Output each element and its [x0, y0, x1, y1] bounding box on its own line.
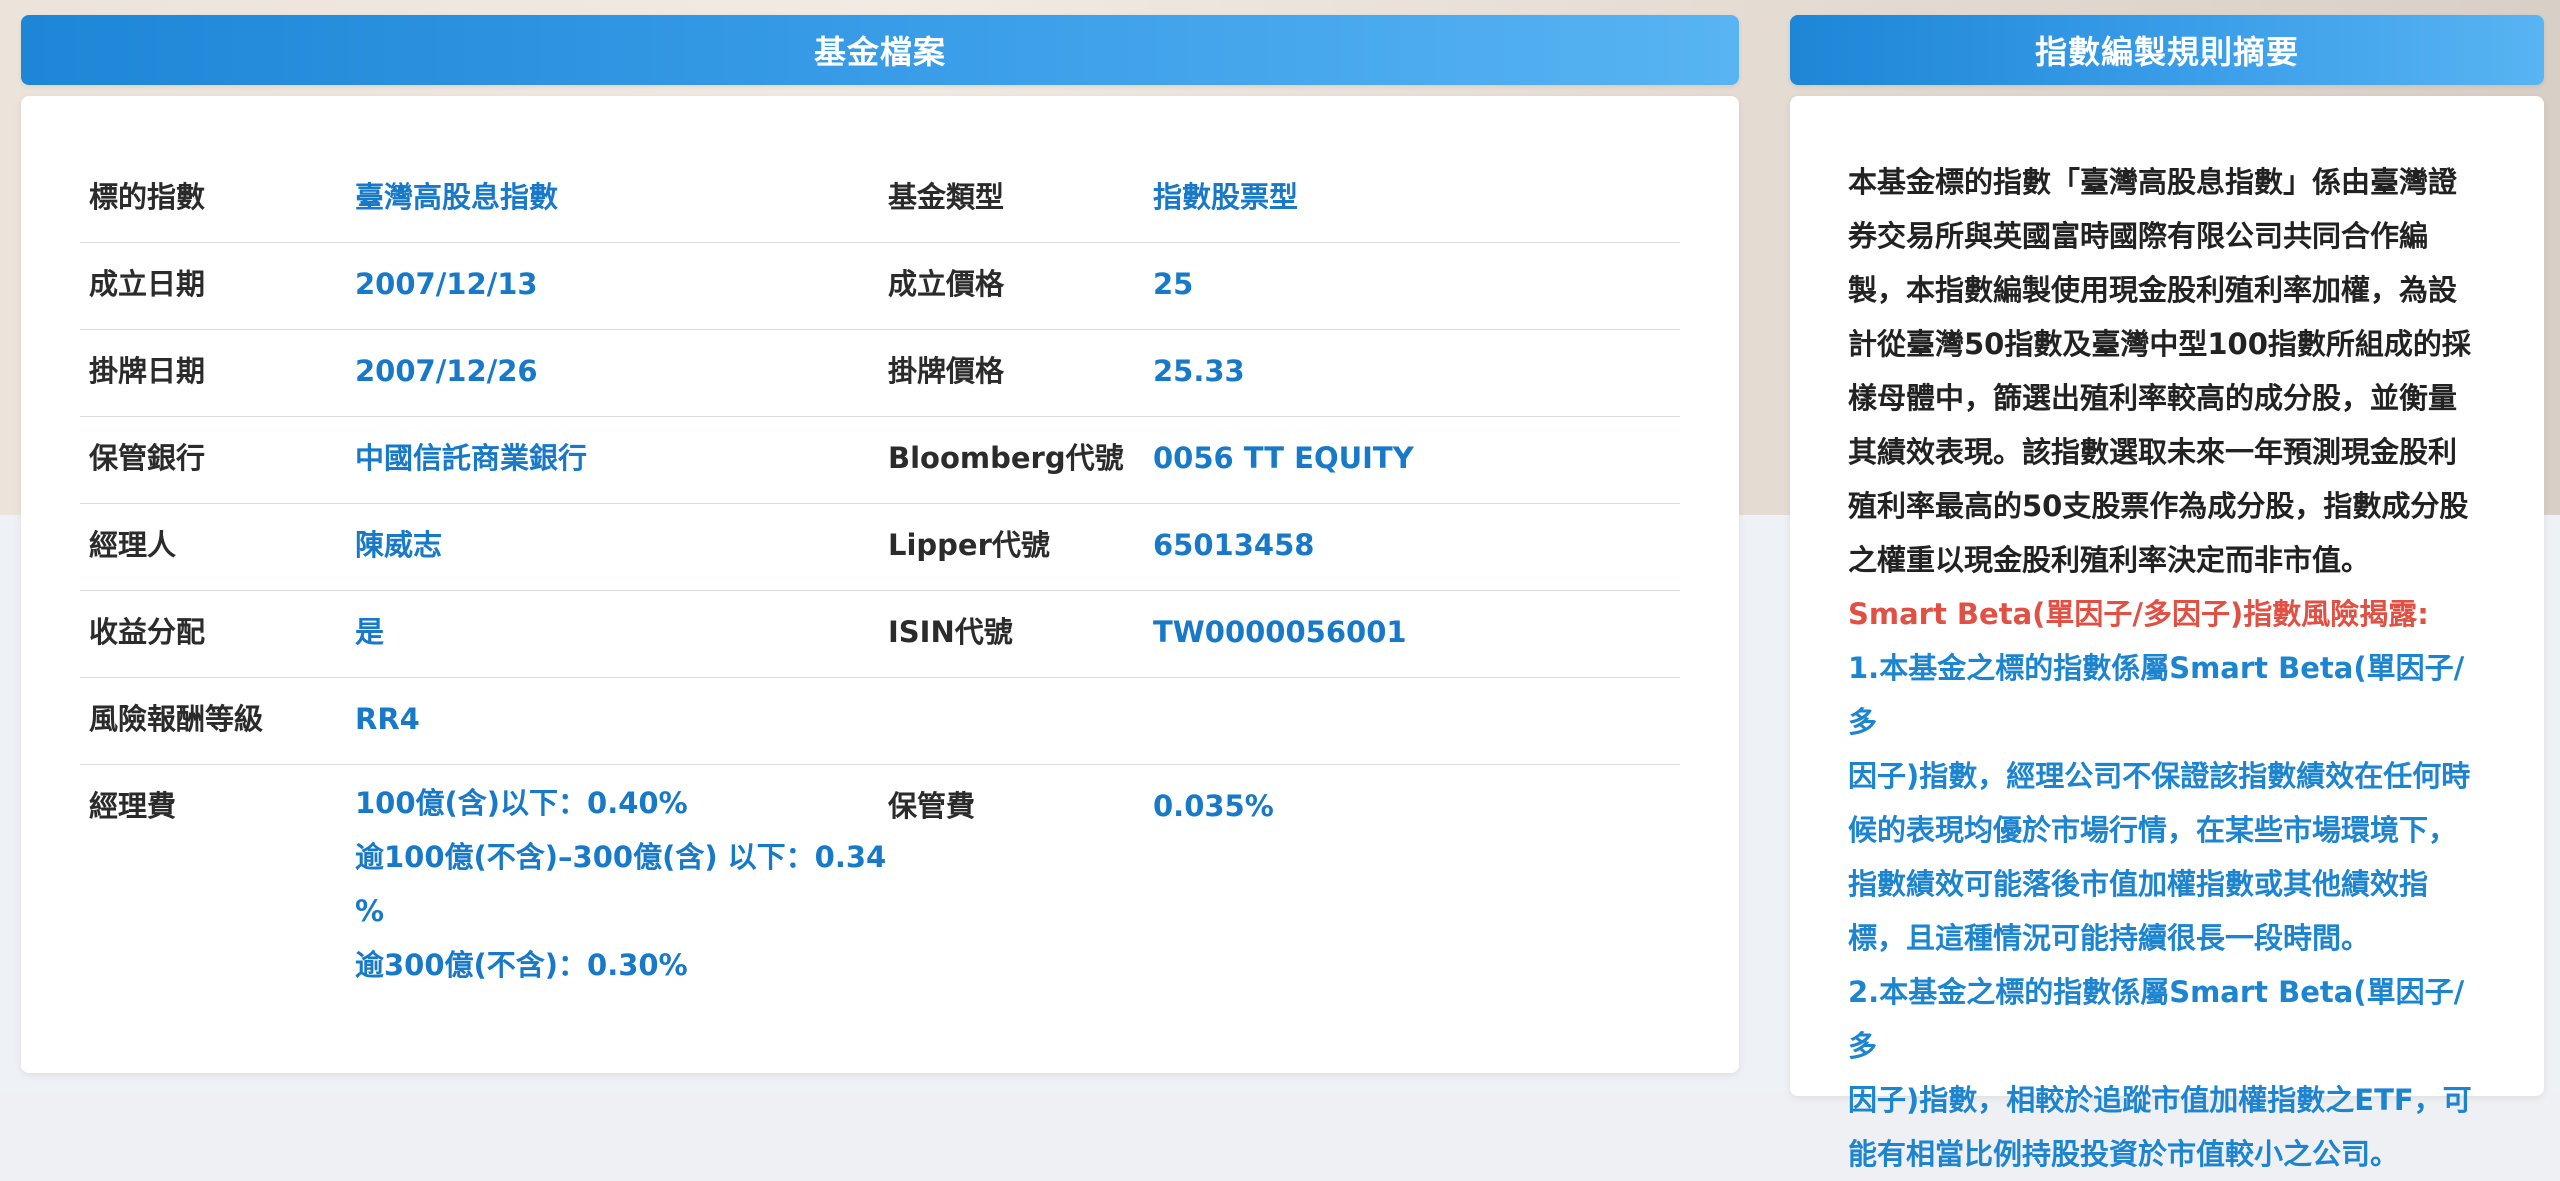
value-risk-level: RR4 [355, 702, 420, 736]
label-custody-fee: 保管費 [888, 789, 976, 823]
value-benchmark-index: 臺灣高股息指數 [355, 180, 559, 214]
value-listing-price: 25.33 [1153, 354, 1245, 388]
table-row: 收益分配 是 ISIN代號 TW0000056001 [80, 590, 1680, 678]
table-row: 保管銀行 中國信託商業銀行 Bloomberg代號 0056 TT EQUITY [80, 416, 1680, 504]
label-management-fee: 經理費 [89, 789, 177, 823]
summary-line: 殖利率最高的50支股票作為成分股，指數成分股 [1848, 489, 2469, 523]
value-manager: 陳威志 [355, 528, 443, 562]
index-rules-title: 指數編製規則摘要 [2034, 33, 2299, 71]
table-row: 標的指數 臺灣高股息指數 基金類型 指數股票型 [80, 155, 1680, 243]
value-bloomberg-code: 0056 TT EQUITY [1153, 441, 1414, 475]
risk-disclosure-title: Smart Beta(單因子/多因子)指數風險揭露: [1848, 597, 2429, 631]
label-benchmark-index: 標的指數 [89, 180, 206, 214]
value-listing-date: 2007/12/26 [355, 354, 538, 388]
fund-profile-title: 基金檔案 [813, 33, 946, 71]
label-listing-price: 掛牌價格 [888, 354, 1005, 388]
value-lipper-code: 65013458 [1153, 528, 1315, 562]
label-risk-level: 風險報酬等級 [89, 702, 264, 736]
label-custodian-bank: 保管銀行 [89, 441, 206, 475]
summary-line: 券交易所與英國富時國際有限公司共同合作編 [1848, 219, 2429, 253]
risk-disclosure-line: 指數績效可能落後市值加權指數或其他績效指 [1848, 867, 2429, 901]
value-custodian-bank: 中國信託商業銀行 [355, 441, 588, 475]
table-row: 風險報酬等級 RR4 [80, 677, 1680, 765]
risk-disclosure-line: 標，且這種情況可能持續很長一段時間。 [1848, 921, 2371, 955]
management-fee-line: 逾100億(不含)–300億(含) 以下：0.34 [355, 840, 887, 874]
table-row: 經理人 陳威志 Lipper代號 65013458 [80, 503, 1680, 591]
summary-line: 製，本指數編製使用現金股利殖利率加權，為設 [1848, 273, 2458, 307]
label-manager: 經理人 [89, 528, 177, 562]
label-inception-price: 成立價格 [888, 267, 1005, 301]
risk-disclosure-line: 候的表現均優於市場行情，在某些市場環境下， [1848, 813, 2458, 847]
value-inception-price: 25 [1153, 267, 1194, 301]
value-isin-code: TW0000056001 [1153, 615, 1407, 649]
label-isin-code: ISIN代號 [888, 615, 1013, 649]
value-income-distribution: 是 [355, 615, 385, 649]
summary-line: 計從臺灣50指數及臺灣中型100指數所組成的採 [1848, 327, 2471, 361]
management-fee-line: % [355, 894, 385, 928]
label-income-distribution: 收益分配 [89, 615, 206, 649]
index-rules-header: 指數編製規則摘要 [1790, 15, 2544, 85]
management-fee-line: 100億(含)以下：0.40% [355, 786, 688, 820]
management-fee-line: 逾300億(不含)：0.30% [355, 948, 688, 982]
label-bloomberg-code: Bloomberg代號 [888, 441, 1124, 475]
fund-profile-header: 基金檔案 [21, 15, 1739, 85]
table-row: 經理費 100億(含)以下：0.40% 逾100億(不含)–300億(含) 以下… [80, 764, 1680, 982]
value-management-fee: 100億(含)以下：0.40% 逾100億(不含)–300億(含) 以下：0.3… [355, 776, 886, 992]
label-fund-type: 基金類型 [888, 180, 1005, 214]
table-row: 掛牌日期 2007/12/26 掛牌價格 25.33 [80, 329, 1680, 417]
label-inception-date: 成立日期 [89, 267, 206, 301]
index-rules-summary: 本基金標的指數「臺灣高股息指數」係由臺灣證 券交易所與英國富時國際有限公司共同合… [1848, 155, 2488, 1181]
value-custody-fee: 0.035% [1153, 789, 1274, 823]
value-fund-type: 指數股票型 [1153, 180, 1299, 214]
label-listing-date: 掛牌日期 [89, 354, 206, 388]
value-inception-date: 2007/12/13 [355, 267, 538, 301]
summary-line: 之權重以現金股利殖利率決定而非市值。 [1848, 543, 2371, 577]
table-row: 成立日期 2007/12/13 成立價格 25 [80, 242, 1680, 330]
risk-disclosure-line: 1.本基金之標的指數係屬Smart Beta(單因子/多 [1848, 651, 2465, 739]
summary-line: 樣母體中，篩選出殖利率較高的成分股，並衡量 [1848, 381, 2458, 415]
risk-disclosure-line: 因子)指數，相較於追蹤市值加權指數之ETF，可 [1848, 1083, 2472, 1117]
label-lipper-code: Lipper代號 [888, 528, 1050, 562]
risk-disclosure-line: 因子)指數，經理公司不保證該指數績效在任何時 [1848, 759, 2471, 793]
summary-line: 其績效表現。該指數選取未來一年預測現金股利 [1848, 435, 2458, 469]
risk-disclosure-line: 2.本基金之標的指數係屬Smart Beta(單因子/多 [1848, 975, 2465, 1063]
risk-disclosure-line: 能有相當比例持股投資於市值較小之公司。 [1848, 1137, 2400, 1171]
summary-line: 本基金標的指數「臺灣高股息指數」係由臺灣證 [1848, 165, 2458, 199]
